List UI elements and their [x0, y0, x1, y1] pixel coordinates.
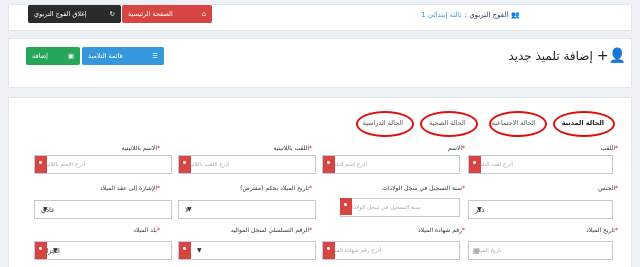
birthdate-label: *تاريخ الميلاد	[586, 227, 618, 234]
lastname-label: *اللقب	[600, 145, 618, 152]
required-marker	[340, 198, 352, 215]
lastname-input[interactable]: أدرج لقب التلميذ	[468, 155, 613, 174]
presumed-select[interactable]: ▼ لا	[178, 200, 316, 219]
save-icon: ▣	[67, 52, 74, 60]
required-marker	[35, 156, 47, 173]
ref-label: *الإشارة إلى عقد الميلاد	[100, 185, 160, 192]
required-marker	[35, 242, 47, 259]
serial-label: *الرقم التسلسلي لسجل المواليد	[230, 227, 313, 234]
firstname-latin-placeholder: أدرج الإسم باللاتينية	[41, 161, 86, 168]
close-group-button[interactable]: ↻ إغلاق الفوج التربوي	[28, 5, 121, 23]
group-label: الفوج التربوي :	[464, 11, 509, 19]
firstname-latin-input[interactable]: أدرج الإسم باللاتينية	[34, 155, 172, 174]
annotation-circle	[420, 111, 478, 137]
gender-select[interactable]: ▼ ذكر	[468, 200, 613, 219]
firstname-latin-label: *الاسم باللاتينية	[121, 145, 160, 152]
firstname-label: *الاسم	[447, 145, 465, 152]
add-button-label: إضافة	[32, 52, 48, 60]
required-marker	[323, 242, 335, 259]
lastname-latin-label: *اللقب باللاتينية	[273, 145, 312, 152]
reg-year-label: *سنة التسجيل في سجل الولادات	[382, 185, 465, 192]
required-marker	[179, 242, 191, 259]
required-marker	[469, 156, 481, 173]
calendar-icon: ▦	[473, 246, 480, 255]
required-marker	[179, 156, 191, 173]
close-group-label: إغلاق الفوج التربوي	[34, 10, 87, 18]
birthdate-input[interactable]: ▦ تاريخ الميلاد	[468, 241, 613, 260]
chevron-down-icon: ▼	[53, 247, 58, 254]
serial-input[interactable]: ▼0	[178, 241, 316, 260]
home-button[interactable]: ⌂ الصفحة الرئيسية	[122, 5, 212, 23]
annotation-circle	[356, 111, 414, 137]
lastname-latin-input[interactable]: أدرج اللقب باللاتينية	[178, 155, 316, 174]
group-info: 👥 الفوج التربوي : ثالثة إبتدائي 1	[421, 11, 520, 19]
page-title: 👤+ إضافة تلميذ جديد	[508, 48, 626, 64]
country-select[interactable]: ▼ الجزائر	[34, 241, 172, 260]
reg-year-input[interactable]: سنة التسجيل في سجل الولادات	[340, 198, 460, 217]
list-icon: ☰	[152, 52, 158, 60]
students-list-label: قائمة التلاميذ	[88, 52, 123, 60]
cert-input[interactable]: أدرج رقم شهادة الميلاد	[322, 241, 460, 260]
users-icon: 👥	[511, 11, 520, 19]
home-icon: ⌂	[201, 10, 206, 18]
students-list-button[interactable]: ☰ قائمة التلاميذ	[82, 47, 164, 65]
gender-label: *الجنس	[598, 185, 618, 192]
home-button-label: الصفحة الرئيسية	[128, 10, 173, 18]
firstname-input[interactable]: أدرج إسم التلميذ	[322, 155, 460, 174]
add-button[interactable]: ▣ إضافة	[26, 47, 80, 65]
page-title-text: إضافة تلميذ جديد	[508, 49, 593, 63]
cert-placeholder: أدرج رقم شهادة الميلاد	[329, 247, 382, 254]
user-plus-icon: 👤+	[596, 48, 626, 64]
reg-year-placeholder: سنة التسجيل في سجل الولادات	[347, 204, 421, 211]
chevron-down-icon: ▼	[477, 206, 482, 213]
required-marker	[323, 156, 335, 173]
chevron-down-icon: ▼	[187, 206, 192, 213]
annotation-circle	[489, 111, 547, 137]
refresh-icon: ↻	[109, 10, 115, 18]
cert-label: *رقم شهادة الميلاد	[417, 227, 465, 234]
presumed-label: *تاريخ الميلاد بحكم (مفترض)	[240, 185, 312, 192]
lastname-latin-placeholder: أدرج اللقب باللاتينية	[185, 161, 230, 168]
annotation-circle	[553, 111, 615, 137]
group-value: ثالثة إبتدائي 1	[421, 11, 462, 19]
chevron-down-icon: ▼	[197, 247, 202, 254]
ref-select[interactable]: ▼ عادي	[34, 200, 172, 219]
chevron-down-icon: ▼	[43, 206, 48, 213]
country-label: *بلد الميلاد	[133, 227, 160, 234]
